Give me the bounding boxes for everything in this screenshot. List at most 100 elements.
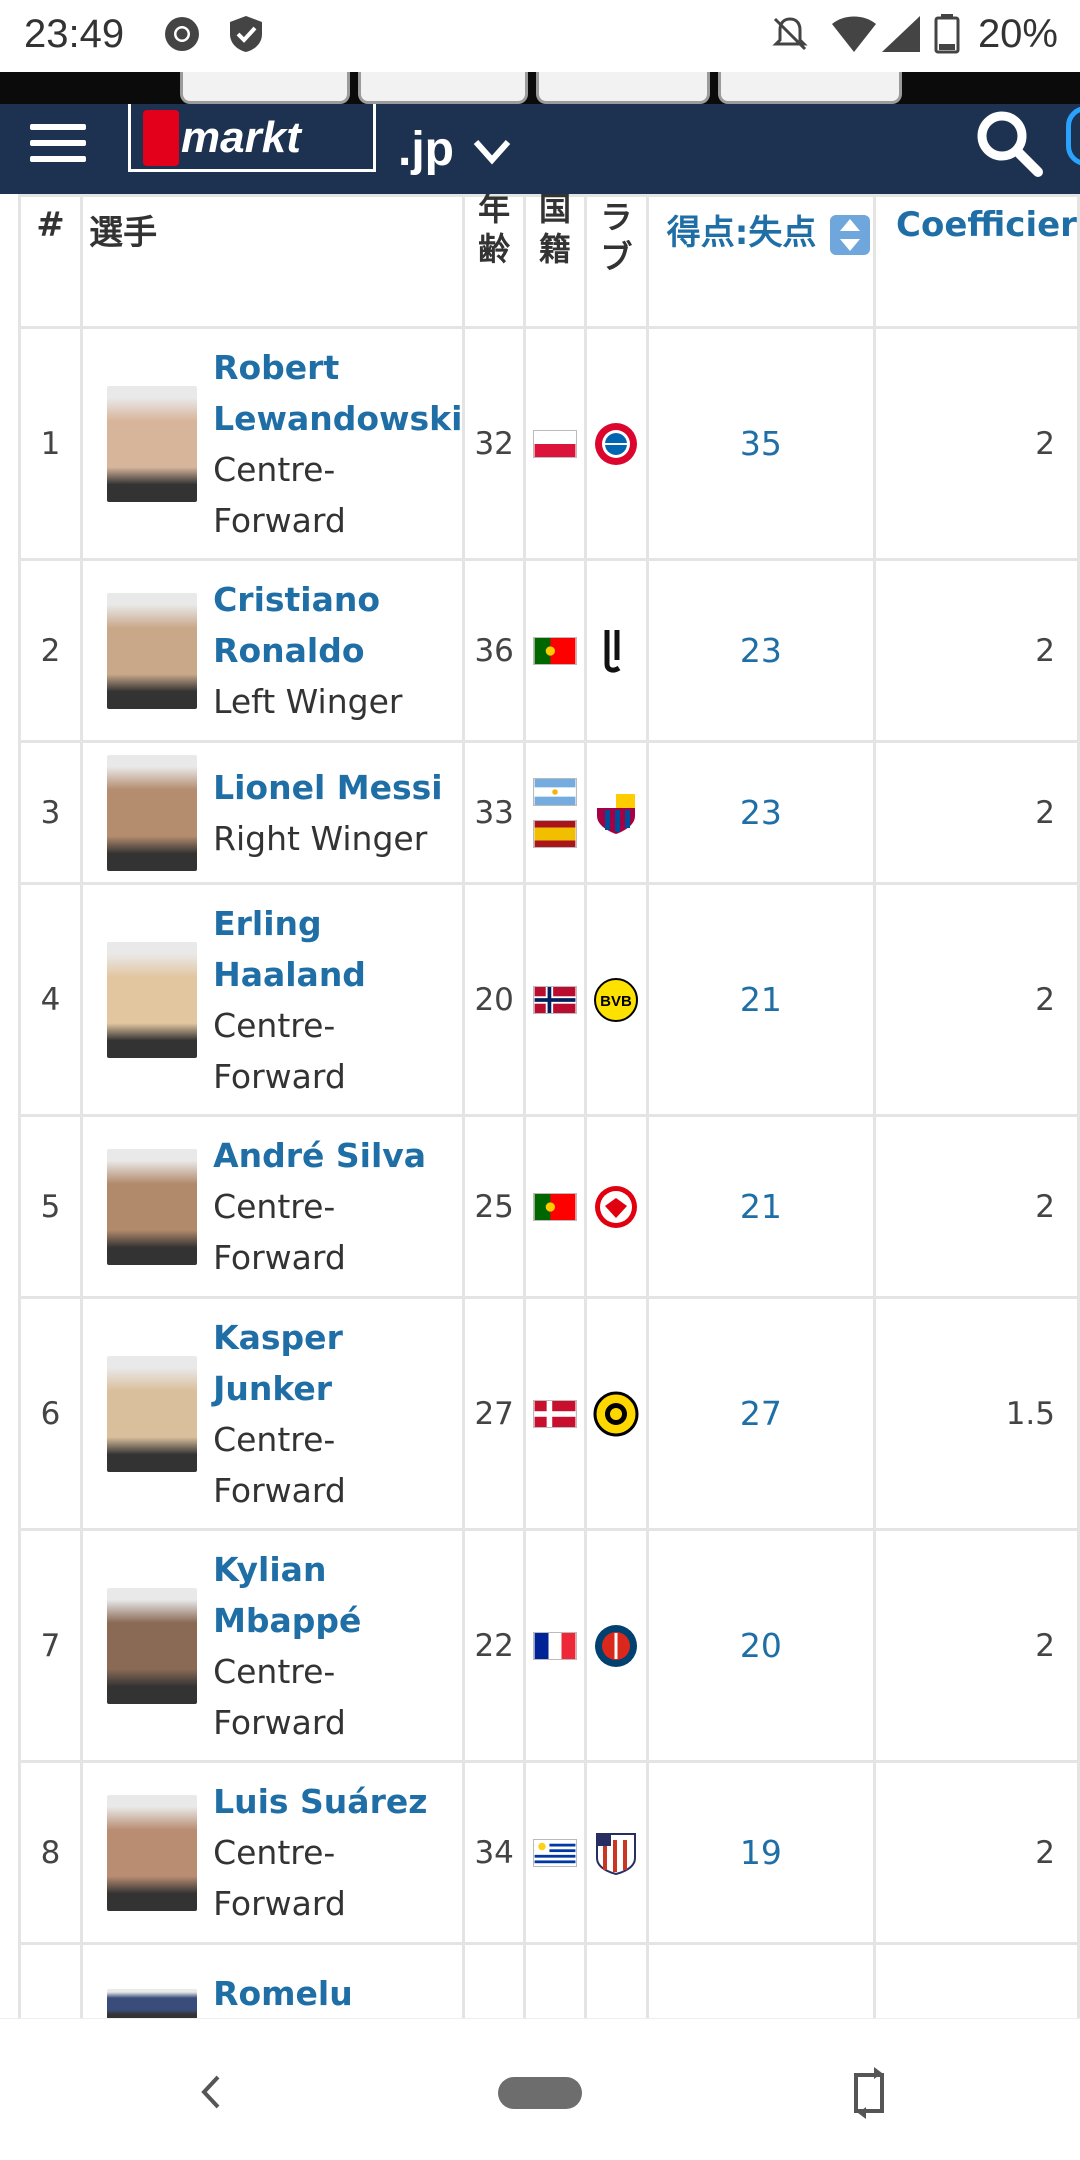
age-cell: 25 <box>462 1114 526 1299</box>
rank-cell: 1 <box>18 326 84 561</box>
rotate-icon[interactable] <box>848 2065 894 2121</box>
player-photo[interactable] <box>107 1794 198 1911</box>
table-row[interactable]: 7 Kylian Mbappé Centre-Forward 22 20 2 <box>18 1528 1080 1763</box>
goals-link[interactable]: 20 <box>645 1528 877 1763</box>
nationality-cell <box>522 1528 588 1763</box>
site-logo[interactable]: markt <box>128 104 376 172</box>
player-photo[interactable] <box>107 1587 198 1704</box>
player-name-link[interactable]: Lionel Messi <box>213 762 443 813</box>
filter-chip[interactable] <box>358 72 528 104</box>
table-row[interactable]: 6 Kasper Junker Centre-Forward 27 27 1.5 <box>18 1296 1080 1531</box>
table-row[interactable]: Romelu <box>18 1942 1080 2018</box>
table-row[interactable]: 4 Erling Haaland Centre-Forward 20 BVB 21 2 <box>18 882 1080 1117</box>
bayern-crest-icon[interactable] <box>593 421 639 467</box>
home-pill[interactable] <box>498 2077 582 2109</box>
player-photo[interactable] <box>107 754 198 871</box>
player-name-link[interactable]: Erling Haaland <box>213 898 462 1000</box>
psg-crest-icon[interactable] <box>593 1623 639 1669</box>
table-row[interactable]: 2 Cristiano Ronaldo Left Winger 36 23 2 <box>18 558 1080 743</box>
uruguay-flag-icon[interactable] <box>533 1838 578 1867</box>
col-goals-label: 得点:失点 <box>666 213 817 253</box>
age-cell: 20 <box>462 882 526 1117</box>
table-row[interactable]: 8 Luis Suárez Centre-Forward 34 19 2 <box>18 1760 1080 1945</box>
france-flag-icon[interactable] <box>533 1631 578 1660</box>
player-name-link[interactable]: Kasper Junker <box>213 1312 462 1414</box>
user-badge[interactable] <box>1066 106 1080 166</box>
logo-player-icon <box>143 110 179 166</box>
rank-cell: 3 <box>18 740 84 885</box>
frankfurt-crest-icon[interactable] <box>593 1184 639 1230</box>
chevron-down-icon[interactable] <box>472 136 512 166</box>
col-goals[interactable]: 得点:失点 <box>645 194 877 329</box>
table-row[interactable]: 5 André Silva Centre-Forward 25 21 2 <box>18 1114 1080 1299</box>
player-position: Centre-Forward <box>213 1833 346 1923</box>
player-name-link[interactable]: Cristiano Ronaldo <box>213 574 462 676</box>
coefficient-cell: 2 <box>873 1760 1080 1945</box>
coefficient-cell <box>873 1942 1080 2018</box>
player-photo[interactable] <box>107 1989 198 2018</box>
norway-flag-icon[interactable] <box>533 985 578 1014</box>
nationality-cell <box>522 558 588 743</box>
argentina-flag-icon[interactable] <box>533 777 578 806</box>
rank-cell: 6 <box>18 1296 84 1531</box>
filter-chip[interactable] <box>718 72 902 104</box>
player-name-link[interactable]: Romelu <box>213 1968 353 2018</box>
age-cell: 36 <box>462 558 526 743</box>
sort-icon[interactable] <box>828 213 872 257</box>
player-photo[interactable] <box>107 1148 198 1265</box>
player-photo[interactable] <box>107 941 198 1058</box>
goals-link[interactable] <box>645 1942 877 2018</box>
svg-text:BVB: BVB <box>601 993 633 1010</box>
player-position: Right Winger <box>213 818 428 858</box>
poland-flag-icon[interactable] <box>533 429 578 458</box>
table-row[interactable]: 1 Robert Lewandowski Centre-Forward 32 35 2 <box>18 326 1080 561</box>
goals-link[interactable]: 19 <box>645 1760 877 1945</box>
goals-link[interactable]: 23 <box>645 740 877 885</box>
bell-off-icon <box>772 17 808 51</box>
player-cell: Kylian Mbappé Centre-Forward <box>80 1528 466 1763</box>
col-age: 年齢 <box>462 194 526 329</box>
club-cell: BVB <box>584 882 649 1117</box>
goals-link[interactable]: 21 <box>645 882 877 1117</box>
player-cell: Luis Suárez Centre-Forward <box>80 1760 466 1945</box>
club-cell <box>584 1296 649 1531</box>
age-cell: 32 <box>462 326 526 561</box>
menu-icon[interactable] <box>30 118 86 168</box>
player-photo[interactable] <box>107 592 198 709</box>
coefficient-cell: 2 <box>873 1528 1080 1763</box>
player-photo[interactable] <box>107 385 198 502</box>
goals-link[interactable]: 27 <box>645 1296 877 1531</box>
goals-link[interactable]: 23 <box>645 558 877 743</box>
search-icon[interactable] <box>970 104 1050 184</box>
portugal-flag-icon[interactable] <box>533 1192 578 1221</box>
language-selector[interactable]: .jp <box>398 122 454 177</box>
player-name-link[interactable]: Kylian Mbappé <box>213 1544 462 1646</box>
player-position: Centre-Forward <box>213 449 346 540</box>
juventus-crest-icon[interactable] <box>593 628 639 674</box>
denmark-flag-icon[interactable] <box>533 1399 578 1428</box>
bodo-glimt-crest-icon[interactable] <box>593 1391 639 1437</box>
player-photo[interactable] <box>107 1355 198 1472</box>
goals-link[interactable]: 21 <box>645 1114 877 1299</box>
col-nationality: 国籍 <box>522 194 588 329</box>
coefficient-cell: 1.5 <box>873 1296 1080 1531</box>
player-name-link[interactable]: Luis Suárez <box>213 1776 462 1827</box>
col-coefficient[interactable]: Coefficier <box>873 194 1080 329</box>
back-icon[interactable] <box>190 2067 230 2117</box>
barcelona-crest-icon[interactable] <box>593 790 639 836</box>
player-position: Centre-Forward <box>213 1005 346 1096</box>
dortmund-crest-icon[interactable]: BVB <box>593 977 639 1023</box>
wifi-icon <box>832 16 876 52</box>
age-cell <box>462 1942 526 2018</box>
player-name-link[interactable]: André Silva <box>213 1130 462 1181</box>
table-row[interactable]: 3 Lionel Messi Right Winger 33 23 2 <box>18 740 1080 885</box>
goals-link[interactable]: 35 <box>645 326 877 561</box>
filter-chip[interactable] <box>536 72 710 104</box>
nationality-cell <box>522 740 588 885</box>
battery-icon <box>934 14 960 54</box>
spain-flag-icon[interactable] <box>533 819 578 848</box>
player-name-link[interactable]: Robert Lewandowski <box>213 342 462 444</box>
atletico-crest-icon[interactable] <box>593 1830 639 1876</box>
portugal-flag-icon[interactable] <box>533 636 578 665</box>
filter-chip[interactable] <box>180 72 350 104</box>
